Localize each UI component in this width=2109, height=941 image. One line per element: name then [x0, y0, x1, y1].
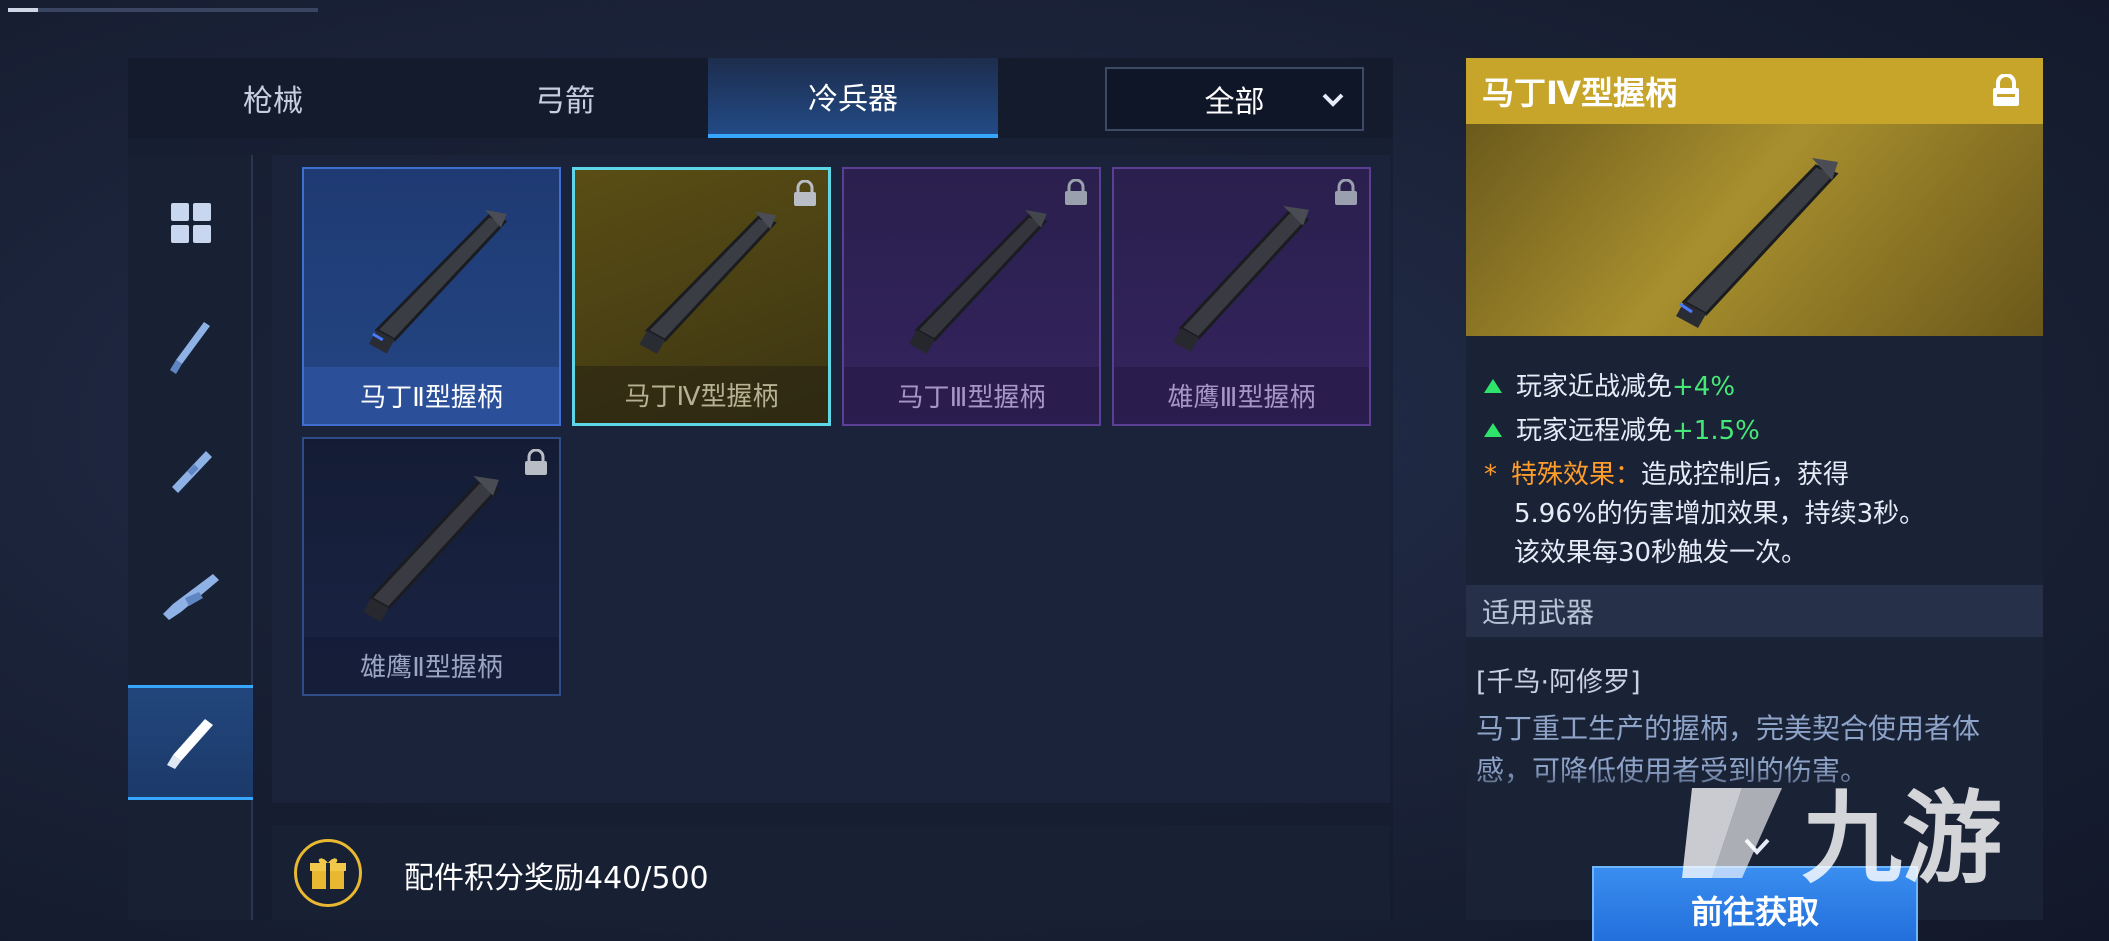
special-text: 造成控制后，获得	[1641, 460, 1850, 490]
item-label: 雄鹰Ⅲ型握柄	[1114, 367, 1369, 424]
applicable-weapons-header: 适用武器	[1466, 585, 2043, 637]
lock-icon	[1065, 179, 1087, 205]
gift-box-icon	[310, 858, 346, 889]
grip-item-image	[639, 211, 777, 355]
item-label: 雄鹰Ⅱ型握柄	[304, 637, 559, 694]
up-arrow-icon	[1484, 423, 1502, 437]
grip-item-image	[908, 209, 1048, 354]
star-icon: *	[1484, 460, 1497, 490]
grip-item-image	[1173, 205, 1310, 352]
lock-icon	[794, 180, 816, 206]
category-blade[interactable]	[128, 290, 253, 405]
item-grid: 马丁Ⅱ型握柄 马丁Ⅳ型握柄 马丁Ⅲ型握柄 雄鹰Ⅲ型握柄 雄鹰Ⅱ型握柄	[272, 155, 1390, 803]
grip-item-image	[1676, 158, 1839, 328]
special-text: 该效果每30秒触发一次。	[1514, 538, 1808, 568]
grid-icon	[170, 202, 211, 243]
category-sidebar	[128, 155, 253, 920]
top-progress-bar	[8, 8, 318, 12]
tab-firearms[interactable]: 枪械	[128, 58, 418, 138]
gift-icon[interactable]	[294, 839, 362, 907]
item-label: 马丁Ⅲ型握柄	[844, 367, 1099, 424]
special-text: 5.96%的伤害增加效果，持续3秒。	[1514, 499, 1926, 529]
tab-label: 枪械	[243, 84, 303, 119]
item-card[interactable]: 马丁Ⅲ型握柄	[842, 167, 1101, 426]
filter-dropdown[interactable]: 全部	[1105, 67, 1364, 131]
special-key: 特殊效果：	[1511, 460, 1642, 490]
item-label: 马丁Ⅳ型握柄	[575, 366, 828, 423]
item-card-selected[interactable]: 马丁Ⅳ型握柄	[572, 167, 831, 426]
category-grip[interactable]	[128, 685, 253, 800]
grip-icon	[166, 718, 213, 769]
detail-image	[1466, 124, 2043, 336]
item-card[interactable]: 雄鹰Ⅲ型握柄	[1112, 167, 1371, 426]
reward-bar: 配件积分奖励440/500	[272, 825, 1390, 920]
detail-title: 马丁Ⅳ型握柄	[1482, 74, 1678, 112]
stat-melee: 玩家近战减免+4%	[1484, 366, 1735, 403]
item-card[interactable]: 马丁Ⅱ型握柄	[302, 167, 561, 426]
item-card[interactable]: 雄鹰Ⅱ型握柄	[302, 437, 561, 696]
jiuyou-watermark-logo: 九游	[1682, 780, 2002, 897]
tab-label: 冷兵器	[808, 82, 898, 117]
lock-icon	[525, 449, 547, 475]
grip-item-image	[363, 475, 500, 622]
chevron-down-icon	[1322, 93, 1344, 107]
item-label: 马丁Ⅱ型握柄	[304, 367, 559, 424]
category-rifle[interactable]	[128, 540, 253, 655]
baton-icon	[171, 450, 212, 493]
stat-value: +1.5%	[1672, 416, 1760, 446]
detail-header: 马丁Ⅳ型握柄	[1466, 58, 2043, 124]
applicable-weapon-name: [千鸟·阿修罗]	[1476, 667, 1641, 698]
up-arrow-icon	[1484, 379, 1502, 393]
watermark-text: 九游	[1802, 780, 2002, 897]
lock-icon	[1335, 179, 1357, 205]
stat-label: 玩家近战减免	[1516, 372, 1673, 402]
stat-value: +4%	[1672, 372, 1736, 402]
tab-label: 弓箭	[535, 84, 595, 119]
reward-progress-text: 配件积分奖励440/500	[404, 861, 709, 896]
category-baton[interactable]	[128, 415, 253, 530]
category-all[interactable]	[128, 165, 253, 280]
filter-selected-value: 全部	[1204, 85, 1265, 120]
stat-ranged: 玩家远程减免+1.5%	[1484, 410, 1760, 447]
tab-bows[interactable]: 弓箭	[420, 58, 710, 138]
lock-icon	[1993, 74, 2019, 106]
grip-item-image	[368, 209, 508, 354]
rifle-icon	[162, 573, 219, 620]
special-effect: * 特殊效果：造成控制后，获得 5.96%的伤害增加效果，持续3秒。 该效果每30…	[1484, 456, 2024, 573]
stat-label: 玩家远程减免	[1516, 416, 1673, 446]
tab-melee[interactable]: 冷兵器	[708, 58, 998, 138]
blade-icon	[169, 321, 210, 374]
